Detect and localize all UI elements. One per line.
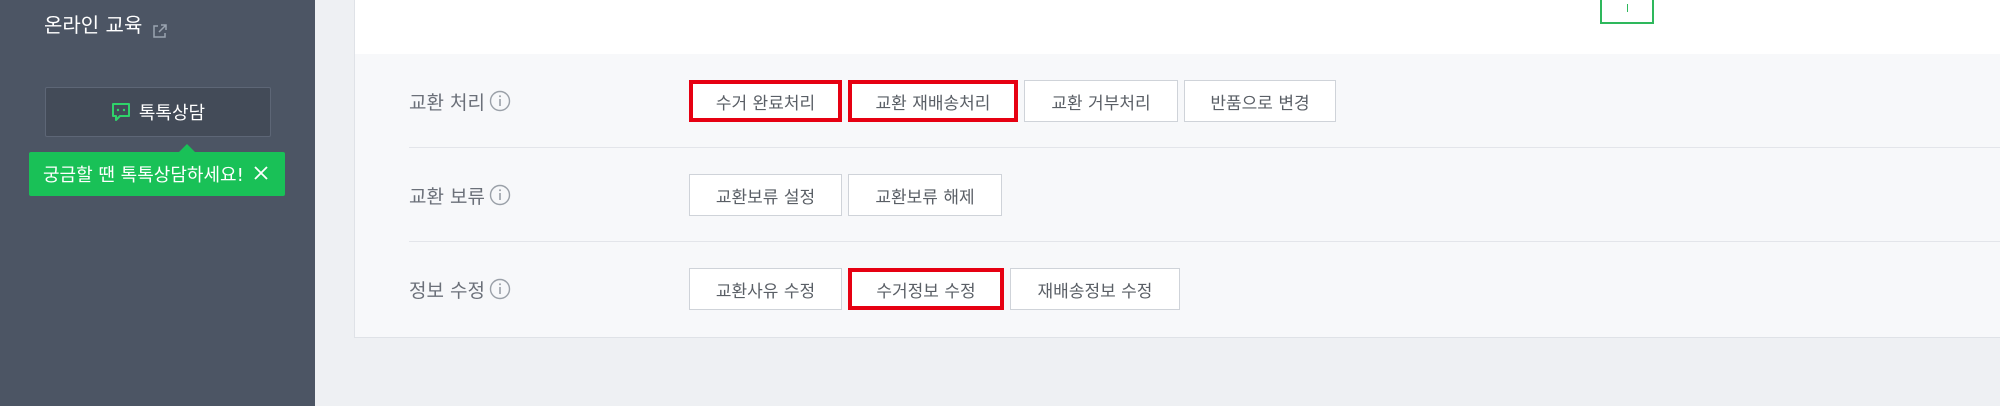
row-label-text: 교환 처리	[409, 91, 485, 114]
top-panel	[354, 0, 2000, 54]
online-education-link[interactable]: 온라인 교육	[44, 10, 168, 40]
pickup-complete-button[interactable]: 수거 완료처리	[689, 80, 842, 122]
talktalk-consult-label: 톡톡상담	[138, 103, 206, 124]
exchange-reship-button[interactable]: 교환 재배송처리	[848, 80, 1018, 122]
row-label-text: 정보 수정	[409, 279, 485, 302]
tooltip-text: 궁금할 땐 톡톡상담하세요!	[43, 165, 244, 186]
exchange-process-buttons: 수거 완료처리 교환 재배송처리 교환 거부처리 반품으로 변경	[689, 80, 1336, 122]
chat-icon	[111, 102, 131, 122]
exchange-action-panel: 교환 처리 수거 완료처리 교환 재배송처리 교환 거부처리 반품으로 변경 교…	[354, 54, 2000, 338]
sidebar: 온라인 교육 톡톡상담 궁금할 땐 톡톡상담하세요!	[0, 0, 315, 406]
talktalk-consult-button[interactable]: 톡톡상담	[45, 87, 271, 137]
close-icon[interactable]	[253, 165, 269, 181]
change-to-return-button[interactable]: 반품으로 변경	[1184, 80, 1336, 122]
row-exchange-hold: 교환 보류 교환보류 설정 교환보류 해제	[409, 148, 2000, 242]
row-label-text: 교환 보류	[409, 185, 485, 208]
external-link-icon	[152, 17, 168, 38]
row-label-info-edit: 정보 수정	[409, 242, 511, 336]
edit-exchange-reason-button[interactable]: 교환사유 수정	[689, 268, 842, 310]
info-icon[interactable]	[489, 184, 511, 206]
row-label-exchange-process: 교환 처리	[409, 54, 511, 148]
row-exchange-process: 교환 처리 수거 완료처리 교환 재배송처리 교환 거부처리 반품으로 변경	[409, 54, 2000, 148]
top-partial-control[interactable]	[1600, 0, 1654, 24]
edit-pickup-info-button[interactable]: 수거정보 수정	[848, 268, 1004, 310]
info-icon[interactable]	[489, 278, 511, 300]
info-edit-buttons: 교환사유 수정 수거정보 수정 재배송정보 수정	[689, 268, 1180, 310]
exchange-reject-button[interactable]: 교환 거부처리	[1024, 80, 1178, 122]
release-exchange-hold-button[interactable]: 교환보류 해제	[848, 174, 1002, 216]
talktalk-tooltip: 궁금할 땐 톡톡상담하세요!	[29, 144, 285, 196]
exchange-hold-buttons: 교환보류 설정 교환보류 해제	[689, 174, 1002, 216]
row-info-edit: 정보 수정 교환사유 수정 수거정보 수정 재배송정보 수정	[409, 242, 2000, 336]
edit-reship-info-button[interactable]: 재배송정보 수정	[1010, 268, 1180, 310]
online-education-label: 온라인 교육	[44, 13, 143, 37]
set-exchange-hold-button[interactable]: 교환보류 설정	[689, 174, 842, 216]
info-icon[interactable]	[489, 90, 511, 112]
row-label-exchange-hold: 교환 보류	[409, 148, 511, 242]
